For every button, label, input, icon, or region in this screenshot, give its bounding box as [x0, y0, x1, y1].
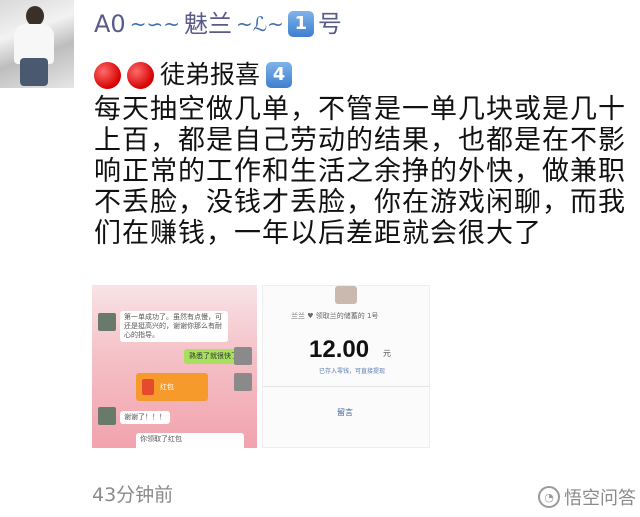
- payment-unit: 元: [383, 349, 391, 358]
- avatar-figure-legs: [20, 58, 48, 86]
- payment-screenshot-image[interactable]: 兰兰 ♥ 领取兰的储蓄的 1号 12.00 元 已存入零钱，可直接提现 留言: [262, 285, 430, 448]
- avatar-figure-head: [26, 6, 44, 26]
- wukong-logo-icon: ◔: [538, 486, 560, 508]
- author-mid: 魅兰: [183, 10, 232, 38]
- post-body-line: 响正常的工作和生活之余挣的外快，做兼职: [94, 156, 626, 187]
- post-tag-line: 徒弟报喜 4: [94, 57, 293, 93]
- chat-screenshot-image[interactable]: 第一单成功了。虽然有点慢，可还是挺高兴的，谢谢你那么有耐心的指导。 熟悉了就很快…: [92, 285, 257, 448]
- post-body: 每天抽空做几单，不管是一单几块或是几十 上百，都是自己劳动的结果，也都是在不影 …: [94, 94, 640, 249]
- tag-number-badge: 4: [266, 62, 293, 88]
- author-number-badge: 1: [287, 11, 314, 37]
- post-body-line: 不丢脸，没钱才丢脸，你在游戏闲聊，而我: [94, 187, 626, 218]
- payment-note: 已存入零钱，可直接提现: [319, 368, 386, 375]
- red-circle-icon: [127, 61, 154, 89]
- chat-bubble: 第一单成功了。虽然有点慢，可还是挺高兴的，谢谢你那么有耐心的指导。: [120, 311, 228, 342]
- chat-avatar: [98, 407, 116, 425]
- author-prefix: A0: [94, 10, 126, 38]
- chat-system-note: 你领取了红包: [136, 433, 244, 448]
- post-tag-text: 徒弟报喜: [160, 60, 261, 89]
- author-name[interactable]: A0 ~∽~ 魅兰 ~ℒ~ 1 号: [94, 6, 342, 42]
- payment-amount: 12.00: [309, 336, 370, 363]
- post-body-line: 每天抽空做几单，不管是一单几块或是几十: [94, 94, 626, 125]
- red-circle-icon: [94, 61, 121, 89]
- chat-bubble: 谢谢了！！！: [120, 411, 170, 424]
- post-body-line: 上百，都是自己劳动的结果，也都是在不影: [94, 125, 626, 156]
- chat-avatar: [234, 347, 252, 365]
- red-packet-card: 红包: [136, 373, 208, 401]
- site-watermark: ◔ 悟空问答: [538, 484, 636, 510]
- post-body-line: 们在赚钱，一年以后差距就会很大了: [94, 218, 542, 249]
- red-packet-text: 红包: [160, 383, 174, 391]
- divider: [263, 386, 429, 387]
- author-deco-left: ~∽~: [129, 12, 180, 36]
- payment-subtitle: 兰兰 ♥ 领取兰的储蓄的 1号: [291, 312, 379, 320]
- leave-message-link: 留言: [337, 408, 353, 417]
- chat-avatar: [98, 313, 116, 331]
- red-envelope-icon: [142, 379, 154, 395]
- user-avatar[interactable]: [0, 0, 74, 88]
- post-timestamp: 43分钟前: [92, 484, 174, 506]
- author-suffix: 号: [317, 10, 342, 38]
- payer-avatar: [335, 286, 357, 304]
- chat-avatar: [234, 373, 252, 391]
- watermark-text: 悟空问答: [564, 488, 636, 509]
- author-deco-right: ~ℒ~: [235, 12, 284, 36]
